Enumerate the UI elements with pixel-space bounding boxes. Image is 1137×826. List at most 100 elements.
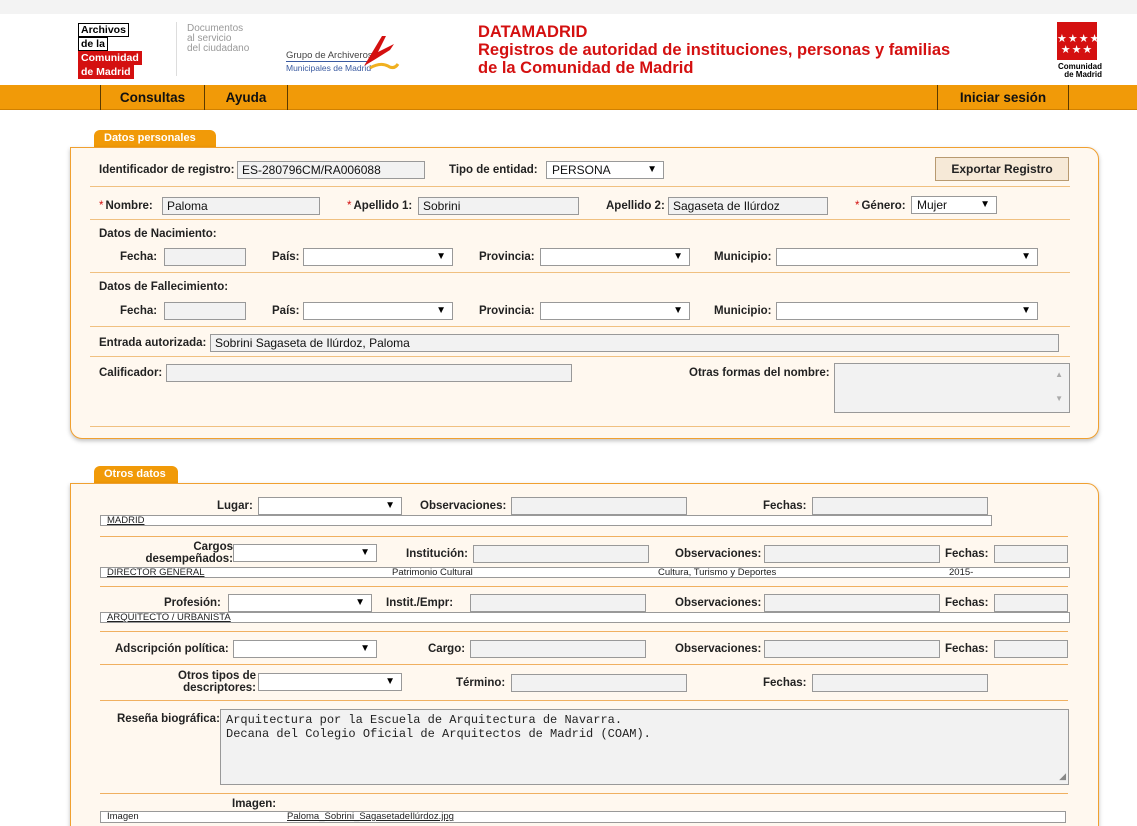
nav-consultas[interactable]: Consultas — [101, 85, 204, 110]
scroll-up-icon[interactable]: ▲ — [1055, 370, 1063, 379]
dropdown-arrow-icon: ▼ — [385, 500, 395, 511]
export-button[interactable]: Exportar Registro — [935, 157, 1069, 181]
divider — [100, 793, 1068, 794]
title-line-2: Registros de autoridad de instituciones,… — [478, 41, 951, 59]
nombre-label: * Nombre: — [99, 200, 153, 212]
cargo-result-fechas: 2015- — [949, 567, 974, 578]
divider — [100, 631, 1068, 632]
divider — [90, 186, 1070, 187]
profesion-result-link[interactable]: ARQUITECTO / URBANISTA — [107, 613, 231, 623]
dropdown-arrow-icon: ▼ — [355, 597, 365, 608]
fallecimiento-title: Datos de Fallecimiento: — [99, 281, 229, 293]
imagen-label: Imagen: — [232, 798, 277, 810]
lugar-observaciones-field[interactable] — [511, 497, 687, 515]
adscripcion-observaciones-label: Observaciones: — [675, 643, 762, 655]
grupo-subtitle: Municipales de Madrid — [286, 61, 372, 73]
lugar-label: Lugar: — [217, 500, 253, 512]
archivos-logo: Archivos de la Comunidad de Madrid — [78, 23, 142, 79]
entrada-field[interactable]: Sobrini Sagaseta de Ilúrdoz, Paloma — [210, 334, 1059, 352]
scroll-down-icon[interactable]: ▼ — [1055, 394, 1063, 403]
divider — [100, 586, 1068, 587]
main-nav: Consultas Ayuda Iniciar sesión — [0, 85, 1137, 110]
cargo-field[interactable] — [470, 640, 646, 658]
institucion-field[interactable] — [473, 545, 649, 563]
nacimiento-pais-label: País: — [272, 251, 300, 263]
apellido1-field[interactable]: Sobrini — [418, 197, 579, 215]
tipo-entidad-select[interactable]: PERSONA ▼ — [546, 161, 664, 179]
nacimiento-pais-select[interactable]: ▼ — [303, 248, 453, 266]
resize-handle-icon[interactable]: ◢ — [1059, 770, 1066, 784]
cargo-result-link[interactable]: DIRECTOR GENERAL — [107, 568, 204, 578]
cargo-result-institucion: Patrimonio Cultural — [392, 567, 473, 578]
fallecimiento-fecha-field[interactable] — [164, 302, 246, 320]
lugar-fechas-label: Fechas: — [763, 500, 807, 512]
tab-otros-datos: Otros datos — [94, 466, 178, 483]
tab-datos-personales: Datos personales — [94, 130, 216, 147]
adscripcion-observaciones-field[interactable] — [764, 640, 940, 658]
adscripcion-select[interactable]: ▼ — [233, 640, 377, 658]
fallecimiento-pais-select[interactable]: ▼ — [303, 302, 453, 320]
dropdown-arrow-icon: ▼ — [673, 305, 683, 316]
nacimiento-fecha-field[interactable] — [164, 248, 246, 266]
lugar-result-row: MADRID — [100, 515, 992, 526]
fallecimiento-fecha-label: Fecha: — [120, 305, 158, 317]
nav-ayuda[interactable]: Ayuda — [205, 85, 287, 110]
top-strip — [0, 0, 1137, 14]
dropdown-arrow-icon: ▼ — [436, 251, 446, 262]
adscripcion-fechas-field[interactable] — [994, 640, 1068, 658]
lugar-select[interactable]: ▼ — [258, 497, 402, 515]
genero-value: Mujer — [917, 198, 948, 212]
otros-tipos-label-2: descriptores: — [183, 682, 256, 694]
resena-label: Reseña biográfica: — [117, 713, 220, 725]
dropdown-arrow-icon: ▼ — [647, 164, 657, 175]
otros-tipos-fechas-field[interactable] — [812, 674, 988, 692]
cargos-observaciones-field[interactable] — [764, 545, 940, 563]
profesion-select[interactable]: ▼ — [228, 594, 372, 612]
genero-select[interactable]: Mujer ▼ — [911, 196, 997, 214]
dropdown-arrow-icon: ▼ — [673, 251, 683, 262]
comunidad-logo-text: Comunidad de Madrid — [1052, 63, 1102, 79]
lugar-result-link[interactable]: MADRID — [107, 516, 144, 526]
profesion-observaciones-field[interactable] — [764, 594, 940, 612]
title-line-1: DATAMADRID — [478, 23, 588, 41]
resena-textarea[interactable]: Arquitectura por la Escuela de Arquitect… — [220, 709, 1069, 785]
cargos-select[interactable]: ▼ — [233, 544, 377, 562]
login-link[interactable]: Iniciar sesión — [938, 85, 1068, 110]
profesion-fechas-label: Fechas: — [945, 597, 989, 609]
cargos-label-1: Cargos — [193, 541, 233, 553]
fallecimiento-provincia-select[interactable]: ▼ — [540, 302, 690, 320]
profesion-fechas-field[interactable] — [994, 594, 1068, 612]
dropdown-arrow-icon: ▼ — [1021, 251, 1031, 262]
tipo-entidad-label: Tipo de entidad: — [449, 164, 538, 176]
divider — [100, 664, 1068, 665]
dropdown-arrow-icon: ▼ — [385, 676, 395, 687]
documentos-text: Documentos al servicio del ciudadano — [187, 23, 250, 54]
lugar-fechas-field[interactable] — [812, 497, 988, 515]
instit-label: Instit./Empr: — [386, 597, 454, 609]
cargos-fechas-field[interactable] — [994, 545, 1068, 563]
genero-label-text: Género: — [861, 200, 906, 212]
genero-label: * Género: — [855, 200, 906, 212]
imagen-file-link[interactable]: Paloma_Sobrini_SagasetadeIlúrdoz.jpg — [287, 812, 454, 822]
apellido2-field[interactable]: Sagaseta de Ilúrdoz — [668, 197, 828, 215]
otras-formas-field[interactable]: ▲ ▼ — [834, 363, 1070, 413]
fallecimiento-municipio-select[interactable]: ▼ — [776, 302, 1038, 320]
termino-label: Término: — [456, 677, 506, 689]
divider — [90, 356, 1070, 357]
nacimiento-municipio-select[interactable]: ▼ — [776, 248, 1038, 266]
site-title: DATAMADRID Registros de autoridad de ins… — [478, 23, 950, 77]
nombre-field[interactable]: Paloma — [162, 197, 320, 215]
page: Archivos de la Comunidad de Madrid Docum… — [0, 0, 1137, 826]
nacimiento-provincia-select[interactable]: ▼ — [540, 248, 690, 266]
grupo-logo-icon — [364, 36, 400, 70]
resena-line-1: Arquitectura por la Escuela de Arquitect… — [226, 713, 623, 727]
identificador-field[interactable]: ES-280796CM/RA006088 — [237, 161, 425, 179]
apellido1-label-text: Apellido 1: — [353, 200, 413, 212]
calificador-field[interactable] — [166, 364, 572, 382]
instit-field[interactable] — [470, 594, 646, 612]
dropdown-arrow-icon: ▼ — [436, 305, 446, 316]
otros-tipos-select[interactable]: ▼ — [258, 673, 402, 691]
divider — [100, 536, 1068, 537]
termino-field[interactable] — [511, 674, 687, 692]
cargos-label-2: desempeñados: — [145, 553, 233, 565]
